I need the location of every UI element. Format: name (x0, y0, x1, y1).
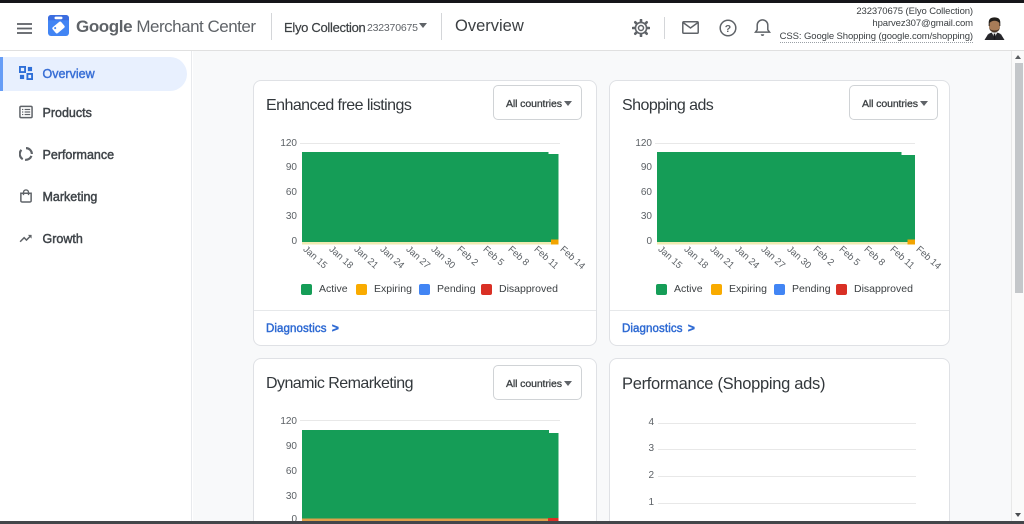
svg-text:?: ? (725, 23, 731, 35)
